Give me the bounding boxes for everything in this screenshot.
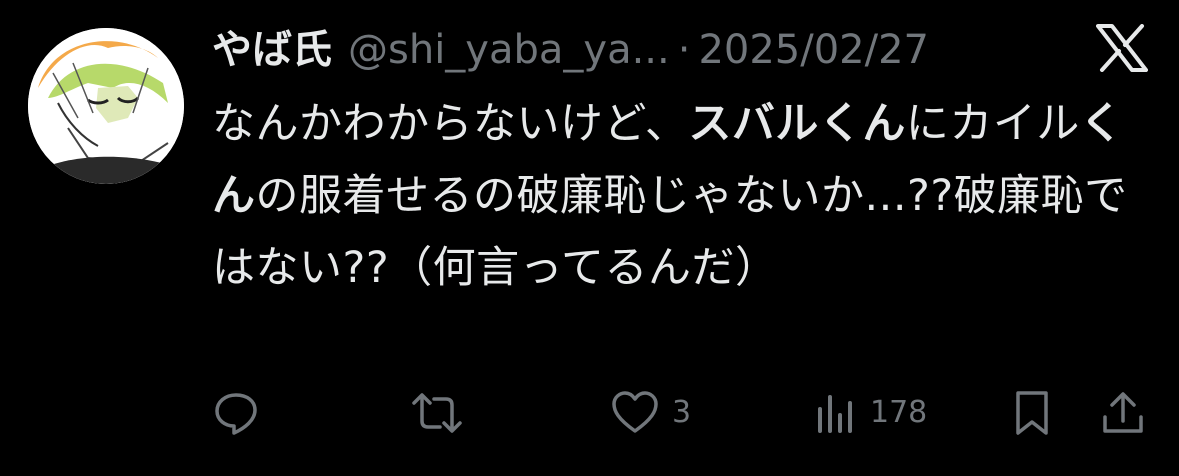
views-count: 178 (870, 395, 928, 430)
views-icon (818, 395, 852, 433)
tweet-header: やば氏 @shi_yaba_ya... · 2025/02/27 (212, 22, 1092, 78)
x-logo-icon[interactable] (1096, 24, 1148, 72)
bookmark-icon (1016, 391, 1048, 435)
tweet-text-part: なんかわからないけど、 (212, 99, 689, 149)
tweet-text-part: にカイル (905, 99, 1080, 149)
avatar-image (28, 28, 184, 184)
like-button[interactable]: 3 (610, 388, 691, 438)
reply-icon (215, 393, 257, 435)
retweet-icon (412, 393, 462, 433)
views-button[interactable]: 178 (814, 388, 927, 438)
avatar[interactable] (28, 28, 184, 184)
bookmark-button[interactable] (1012, 388, 1052, 438)
share-button[interactable] (1100, 388, 1146, 438)
user-handle[interactable]: @shi_yaba_ya... (348, 22, 670, 78)
heart-icon (612, 391, 658, 433)
tweet-date[interactable]: 2025/02/27 (698, 22, 929, 78)
display-name[interactable]: やば氏 (212, 22, 332, 78)
tweet-text-part: の服着せるの破廉恥じゃないか...??破廉恥ではない??（何言ってるんだ） (212, 171, 1128, 293)
reply-button[interactable] (212, 388, 260, 438)
tweet-text-bold: スバルくん (688, 99, 906, 149)
share-icon (1103, 392, 1143, 433)
separator-dot: · (677, 27, 691, 73)
retweet-button[interactable] (410, 388, 464, 438)
like-count: 3 (672, 395, 692, 430)
tweet-text: なんかわからないけど、スバルくんにカイルくんの服着せるの破廉恥じゃないか...?… (212, 88, 1142, 304)
